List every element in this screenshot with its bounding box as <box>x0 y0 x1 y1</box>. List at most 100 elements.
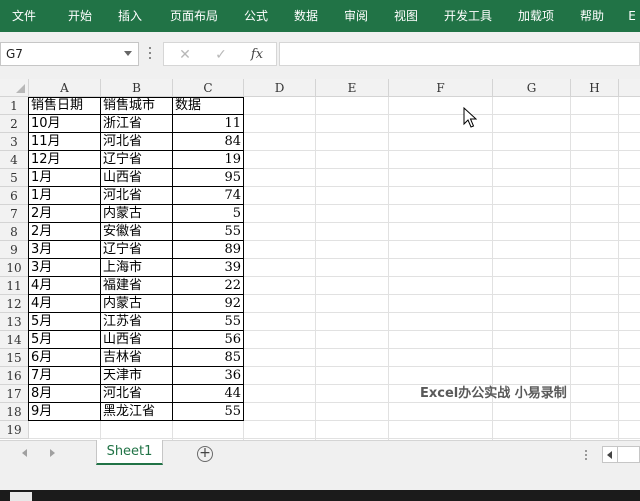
sheet-tab-sheet1[interactable]: Sheet1 <box>96 440 163 465</box>
cell-data-value[interactable]: 56 <box>173 331 244 349</box>
cell-sales-date[interactable]: 3月 <box>29 241 101 259</box>
cell-data-value[interactable]: 55 <box>173 313 244 331</box>
enter-icon[interactable]: ✓ <box>210 45 232 65</box>
cell-sales-date[interactable]: 2月 <box>29 205 101 223</box>
cell-data-value[interactable]: 89 <box>173 241 244 259</box>
cell-sales-date[interactable]: 9月 <box>29 403 101 421</box>
tab-page-layout[interactable]: 页面布局 <box>164 0 224 32</box>
row-header[interactable]: 7 <box>0 205 29 223</box>
cell-sales-city[interactable]: 内蒙古 <box>101 295 173 313</box>
row-header[interactable]: 2 <box>0 115 29 133</box>
scroll-sheets-right-icon[interactable] <box>50 449 55 457</box>
start-icon[interactable] <box>10 492 32 501</box>
row-header[interactable]: 13 <box>0 313 29 331</box>
row-header[interactable]: 12 <box>0 295 29 313</box>
row-header[interactable]: 10 <box>0 259 29 277</box>
select-all-button[interactable] <box>0 79 29 97</box>
cell-sales-date[interactable]: 10月 <box>29 115 101 133</box>
cell-data-value[interactable]: 55 <box>173 403 244 421</box>
row-header[interactable]: 8 <box>0 223 29 241</box>
horizontal-scrollbar[interactable] <box>602 446 640 463</box>
chevron-down-icon[interactable] <box>124 51 132 56</box>
formula-input[interactable] <box>279 42 640 66</box>
tab-file[interactable]: 文件 <box>4 0 44 32</box>
splitter-handle-icon[interactable] <box>585 450 588 462</box>
cell-sales-date[interactable]: 2月 <box>29 223 101 241</box>
cell-sales-date[interactable]: 7月 <box>29 367 101 385</box>
cell-sales-city[interactable]: 内蒙古 <box>101 205 173 223</box>
cell-sales-city[interactable]: 安徽省 <box>101 223 173 241</box>
cell-data-value[interactable]: 19 <box>173 151 244 169</box>
scroll-sheets-left-icon[interactable] <box>22 449 27 457</box>
worksheet-grid[interactable]: A B C D E F G H 1 2 3 4 5 6 7 8 9 10 11 12 13 14 15 16 1… <box>0 79 640 440</box>
cell-sales-date[interactable]: 8月 <box>29 385 101 403</box>
tab-developer[interactable]: 开发工具 <box>438 0 498 32</box>
cell-sales-city[interactable]: 辽宁省 <box>101 151 173 169</box>
row-header[interactable]: 18 <box>0 403 29 421</box>
cell-sales-date[interactable]: 4月 <box>29 277 101 295</box>
cell-data-value[interactable]: 74 <box>173 187 244 205</box>
cell-sales-city[interactable]: 山西省 <box>101 331 173 349</box>
cell-sales-city[interactable]: 上海市 <box>101 259 173 277</box>
cell-sales-city[interactable]: 吉林省 <box>101 349 173 367</box>
tab-view[interactable]: 视图 <box>386 0 426 32</box>
header-cell-data[interactable]: 数据 <box>173 97 244 115</box>
cell-data-value[interactable]: 85 <box>173 349 244 367</box>
cell-data-value[interactable]: 36 <box>173 367 244 385</box>
row-header[interactable]: 6 <box>0 187 29 205</box>
cell-sales-date[interactable]: 12月 <box>29 151 101 169</box>
cancel-icon[interactable]: ✕ <box>174 45 196 65</box>
column-header-f[interactable]: F <box>389 79 493 97</box>
cell-sales-city[interactable]: 河北省 <box>101 385 173 403</box>
name-box[interactable]: G7 <box>0 42 139 66</box>
drag-handle-icon[interactable] <box>149 47 152 61</box>
cell-sales-city[interactable]: 河北省 <box>101 187 173 205</box>
cell-sales-city[interactable]: 黑龙江省 <box>101 403 173 421</box>
tab-data[interactable]: 数据 <box>286 0 326 32</box>
column-header-b[interactable]: B <box>101 79 173 97</box>
column-header-a[interactable]: A <box>29 79 101 97</box>
cell-data-value[interactable]: 39 <box>173 259 244 277</box>
cell-sales-city[interactable]: 江苏省 <box>101 313 173 331</box>
cell-data-value[interactable]: 11 <box>173 115 244 133</box>
cell-sales-date[interactable]: 4月 <box>29 295 101 313</box>
cell-sales-date[interactable]: 1月 <box>29 169 101 187</box>
row-header[interactable]: 14 <box>0 331 29 349</box>
cell-sales-date[interactable]: 11月 <box>29 133 101 151</box>
cell-sales-city[interactable]: 山西省 <box>101 169 173 187</box>
scroll-left-icon[interactable] <box>607 451 612 459</box>
cell-sales-date[interactable]: 5月 <box>29 313 101 331</box>
cell-data-value[interactable]: 84 <box>173 133 244 151</box>
header-cell-sales-city[interactable]: 销售城市 <box>101 97 173 115</box>
header-cell-sales-date[interactable]: 销售日期 <box>29 97 101 115</box>
cell-sales-city[interactable]: 天津市 <box>101 367 173 385</box>
cell-sales-date[interactable]: 3月 <box>29 259 101 277</box>
row-header[interactable]: 17 <box>0 385 29 403</box>
row-header[interactable]: 3 <box>0 133 29 151</box>
cell-data-value[interactable]: 5 <box>173 205 244 223</box>
tab-add-ins[interactable]: 加载项 <box>512 0 560 32</box>
cell-sales-city[interactable]: 福建省 <box>101 277 173 295</box>
cell-sales-city[interactable]: 河北省 <box>101 133 173 151</box>
cell-sales-date[interactable]: 1月 <box>29 187 101 205</box>
cell-data-value[interactable]: 44 <box>173 385 244 403</box>
column-header-g[interactable]: G <box>493 79 571 97</box>
cell-sales-date[interactable]: 6月 <box>29 349 101 367</box>
tab-help[interactable]: 帮助 <box>572 0 612 32</box>
column-header-d[interactable]: D <box>244 79 316 97</box>
cell-data-value[interactable]: 22 <box>173 277 244 295</box>
column-header-e[interactable]: E <box>316 79 389 97</box>
cell-data-value[interactable]: 95 <box>173 169 244 187</box>
column-header-c[interactable]: C <box>173 79 244 97</box>
row-header[interactable]: 1 <box>0 97 29 115</box>
row-header[interactable]: 9 <box>0 241 29 259</box>
column-header-h[interactable]: H <box>571 79 619 97</box>
cell-sales-city[interactable]: 辽宁省 <box>101 241 173 259</box>
row-header[interactable]: 5 <box>0 169 29 187</box>
cell-sales-date[interactable]: 5月 <box>29 331 101 349</box>
add-sheet-icon[interactable]: + <box>197 446 213 462</box>
tab-insert[interactable]: 插入 <box>110 0 150 32</box>
cell-data-value[interactable]: 92 <box>173 295 244 313</box>
insert-function-icon[interactable]: fx <box>246 45 268 65</box>
column-header-i[interactable] <box>619 79 640 97</box>
